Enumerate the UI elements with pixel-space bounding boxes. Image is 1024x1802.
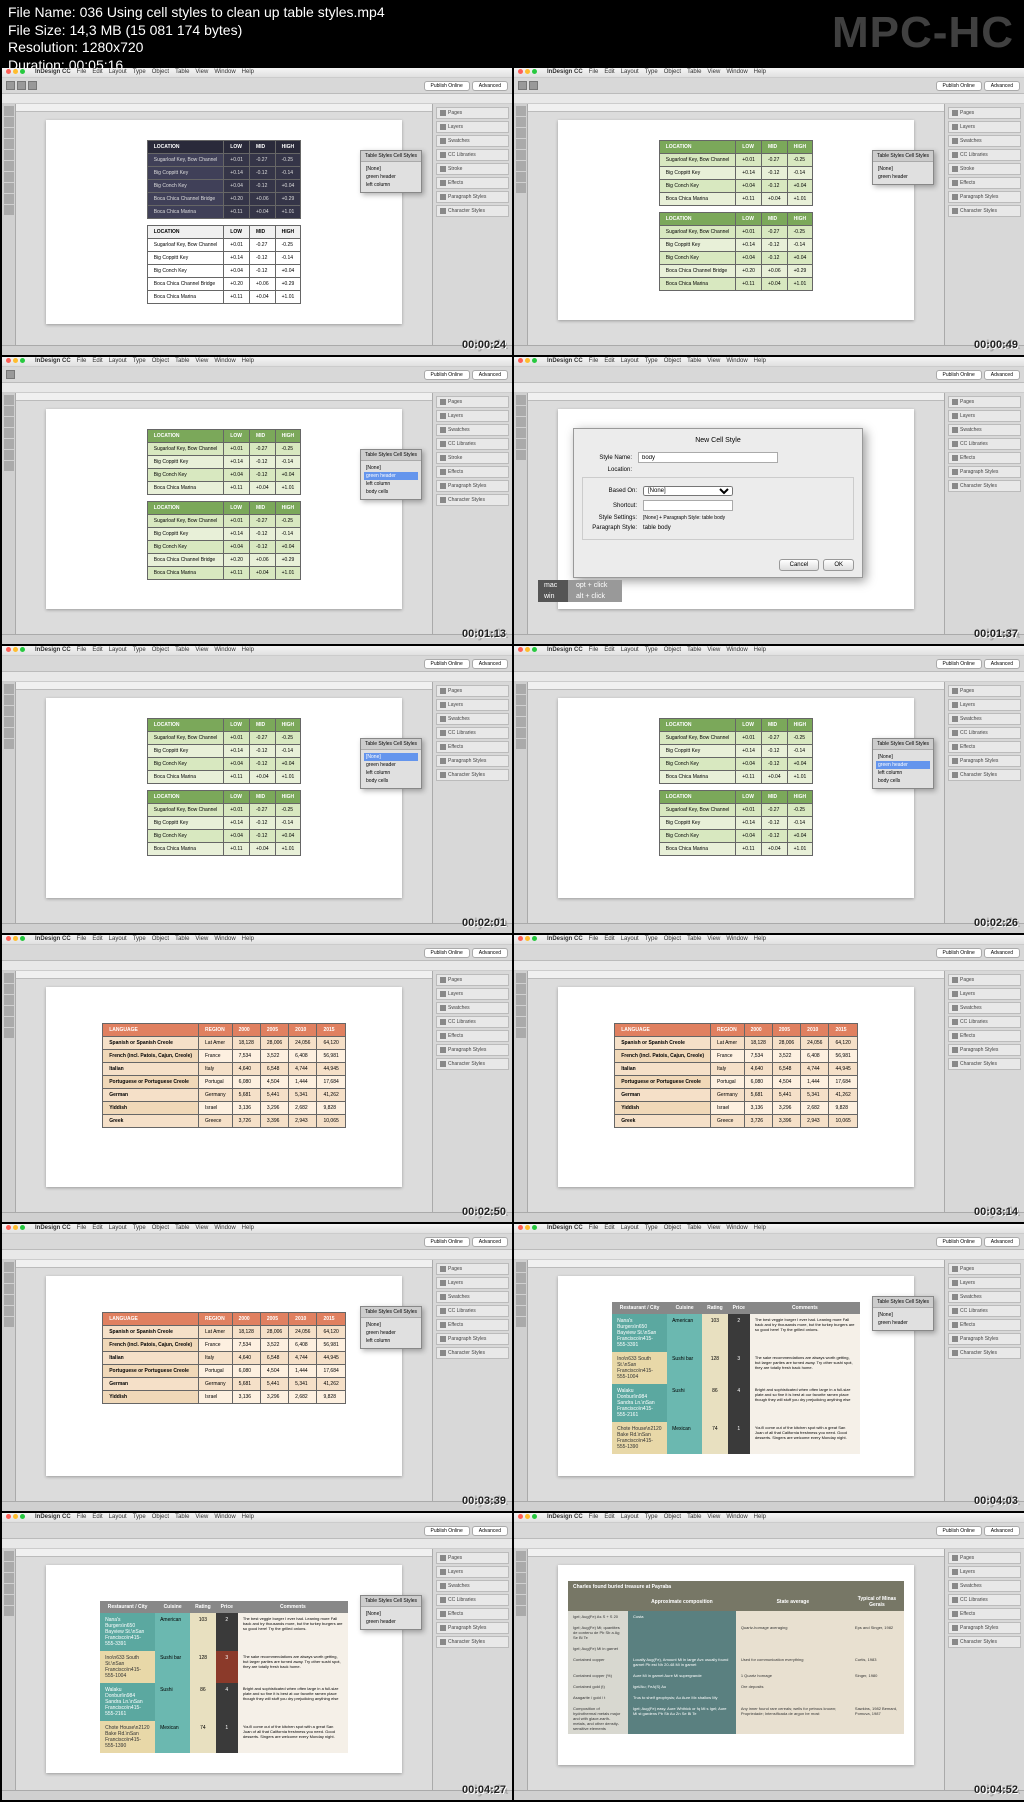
pasteboard[interactable]: LOCATIONLOWMIDHIGHSugarloaf Key, Bow Cha… xyxy=(16,104,432,345)
control-strip[interactable] xyxy=(2,94,512,104)
keyboard-tip: macopt + click winalt + click xyxy=(538,580,622,602)
thumbnail-9[interactable]: InDesign CCFileEditLayoutTypeObjectTable… xyxy=(2,1224,512,1511)
thumbnail-5[interactable]: InDesign CCFileEditLayoutTypeObjectTable… xyxy=(2,646,512,933)
table-styles-panel[interactable]: Table Styles Cell Styles[None]green head… xyxy=(872,150,934,185)
cancel-button[interactable]: Cancel xyxy=(779,559,820,571)
science-table[interactable]: Charles found buried treasure at Payraba… xyxy=(568,1581,904,1734)
document-page[interactable]: LOCATIONLOWMIDHIGHSugarloaf Key, Bow Cha… xyxy=(46,120,402,324)
location-table-green-1[interactable]: LOCATIONLOWMIDHIGHSugarloaf Key, Bow Cha… xyxy=(659,140,814,206)
app-watermark: MPC-HC xyxy=(832,8,1014,58)
thumbnail-1[interactable]: InDesign CCFileEditLayoutTypeObjectTable… xyxy=(2,68,512,355)
location-table-dark[interactable]: LOCATIONLOWMIDHIGHSugarloaf Key, Bow Cha… xyxy=(147,140,302,219)
menubar[interactable]: InDesign CCFileEditLayoutTypeObjectTable… xyxy=(514,68,1024,78)
table-styles-panel[interactable]: Table Styles Cell Styles[None]green head… xyxy=(360,150,422,193)
location-table-green[interactable]: LOCATIONLOWMIDHIGHSugarloaf Key, Bow Cha… xyxy=(147,429,302,495)
cell-styles-panel[interactable]: Table Styles Cell Styles[None]green head… xyxy=(360,449,422,500)
app-toolbar[interactable]: Publish OnlineAdvanced xyxy=(514,78,1024,94)
timestamp: 00:00:24 xyxy=(462,339,506,351)
language-table[interactable]: LANGUAGEREGION2000200520102015Spanish or… xyxy=(102,1023,346,1128)
thumbnail-3[interactable]: InDesign CCFileEditLayoutTypeObjectTable… xyxy=(2,357,512,644)
thumbnail-grid: InDesign CCFileEditLayoutTypeObjectTable… xyxy=(0,66,1024,1802)
cell-styles-panel[interactable]: Table Styles Cell Styles[None]green head… xyxy=(360,738,422,789)
style-name-input[interactable] xyxy=(638,452,778,463)
thumbnail-2[interactable]: InDesign CCFileEditLayoutTypeObjectTable… xyxy=(514,68,1024,355)
menubar[interactable]: InDesign CCFileEditLayoutTypeObjectTable… xyxy=(2,68,512,78)
statusbar xyxy=(2,345,512,355)
thumbnail-6[interactable]: InDesign CCFileEditLayoutTypeObjectTable… xyxy=(514,646,1024,933)
location-table-green-2[interactable]: LOCATIONLOWMIDHIGHSugarloaf Key, Bow Cha… xyxy=(659,212,814,291)
restaurant-table[interactable]: Restaurant / CityCuisineRatingPriceComme… xyxy=(100,1601,348,1753)
restaurant-table[interactable]: Restaurant / CityCuisineRatingPriceComme… xyxy=(612,1302,860,1454)
location-table-plain[interactable]: LOCATIONLOWMIDHIGHSugarloaf Key, Bow Cha… xyxy=(147,225,302,304)
tools-panel[interactable] xyxy=(2,104,16,345)
app-toolbar[interactable]: Publish OnlineAdvanced xyxy=(2,78,512,94)
new-cell-style-dialog[interactable]: New Cell Style Style Name: Location: Bas… xyxy=(573,428,863,578)
thumbnail-11[interactable]: InDesign CCFileEditLayoutTypeObjectTable… xyxy=(2,1513,512,1800)
ok-button[interactable]: OK xyxy=(823,559,854,571)
based-on-select[interactable]: [None] xyxy=(643,486,733,496)
thumbnail-10[interactable]: InDesign CCFileEditLayoutTypeObjectTable… xyxy=(514,1224,1024,1511)
file-info-header: File Name: 036 Using cell styles to clea… xyxy=(0,0,1024,66)
thumbnail-4[interactable]: InDesign CCFileEditLayoutTypeObjectTable… xyxy=(514,357,1024,644)
thumbnail-7[interactable]: InDesign CCFileEditLayoutTypeObjectTable… xyxy=(2,935,512,1222)
thumbnail-12[interactable]: InDesign CCFileEditLayoutTypeObjectTable… xyxy=(514,1513,1024,1800)
thumbnail-8[interactable]: InDesign CCFileEditLayoutTypeObjectTable… xyxy=(514,935,1024,1222)
shortcut-input[interactable] xyxy=(643,500,733,511)
right-panels[interactable]: PagesLayersSwatchesCC LibrariesStrokeEff… xyxy=(432,104,512,345)
